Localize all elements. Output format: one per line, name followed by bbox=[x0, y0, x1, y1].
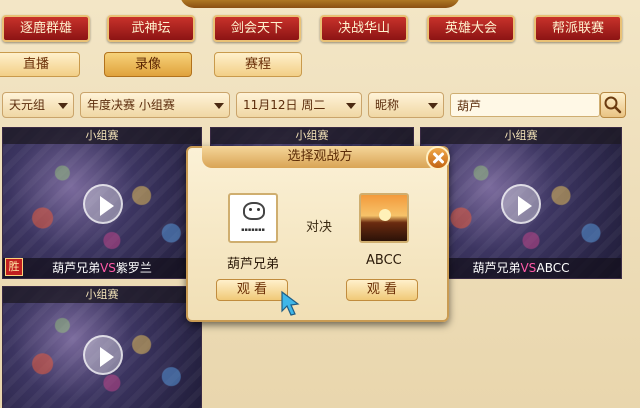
video-card-3[interactable]: 小组赛 葫芦兄弟VSABCC bbox=[420, 127, 622, 279]
avatar-caption: ▪▪▪▪▪▪▪ bbox=[241, 227, 265, 233]
face-icon bbox=[243, 202, 265, 220]
caption-vs: VS bbox=[520, 261, 537, 275]
card-title: 小组赛 bbox=[421, 128, 621, 144]
search-button[interactable] bbox=[600, 92, 626, 118]
tab-schedule[interactable]: 赛程 bbox=[214, 52, 302, 77]
play-icon[interactable] bbox=[501, 184, 541, 224]
tab-live[interactable]: 直播 bbox=[0, 52, 80, 77]
top-ornament bbox=[180, 0, 460, 8]
category-button-4[interactable]: 决战华山 bbox=[320, 15, 408, 42]
caption-player2: ABCC bbox=[536, 261, 570, 275]
category-button-1[interactable]: 逐鹿群雄 bbox=[2, 15, 90, 42]
search-icon bbox=[604, 96, 622, 114]
stage-dropdown-value: 年度决赛 小组赛 bbox=[87, 98, 175, 112]
match-caption: 葫芦兄弟VSABCC bbox=[421, 258, 621, 278]
caption-player1: 葫芦兄弟 bbox=[52, 261, 101, 275]
search-type-value: 昵称 bbox=[375, 98, 400, 112]
match-caption: 葫芦兄弟VS紫罗兰 bbox=[3, 258, 201, 278]
search-type-dropdown[interactable]: 昵称 bbox=[368, 92, 444, 118]
chevron-down-icon bbox=[346, 103, 356, 109]
group-dropdown[interactable]: 天元组 bbox=[2, 92, 74, 118]
player2-avatar bbox=[359, 193, 409, 243]
tab-replay[interactable]: 录像 bbox=[104, 52, 192, 77]
chevron-down-icon bbox=[214, 103, 224, 109]
play-icon[interactable] bbox=[83, 335, 123, 375]
chevron-down-icon bbox=[58, 103, 68, 109]
close-icon[interactable] bbox=[426, 146, 450, 170]
video-card-1[interactable]: 小组赛 葫芦兄弟VS紫罗兰 胜 bbox=[2, 127, 202, 279]
caption-vs: VS bbox=[100, 261, 116, 275]
win-badge: 胜 bbox=[5, 258, 23, 276]
duel-label: 对决 bbox=[306, 220, 333, 235]
player2-name: ABCC bbox=[366, 253, 402, 268]
watch-player1-button[interactable]: 观 看 bbox=[216, 279, 288, 301]
dialog-title: 选择观战方 bbox=[202, 146, 438, 168]
date-dropdown[interactable]: 11月12日 周二 bbox=[236, 92, 362, 118]
stage-dropdown[interactable]: 年度决赛 小组赛 bbox=[80, 92, 230, 118]
category-button-6[interactable]: 帮派联赛 bbox=[534, 15, 622, 42]
watch-player2-button[interactable]: 观 看 bbox=[346, 279, 418, 301]
app-root: 逐鹿群雄 武神坛 剑会天下 决战华山 英雄大会 帮派联赛 直播 录像 赛程 天元… bbox=[0, 0, 640, 408]
card-title: 小组赛 bbox=[211, 128, 413, 144]
search-input[interactable] bbox=[450, 93, 600, 117]
chevron-down-icon bbox=[428, 103, 438, 109]
category-button-2[interactable]: 武神坛 bbox=[107, 15, 195, 42]
cursor-icon bbox=[281, 290, 300, 316]
category-button-5[interactable]: 英雄大会 bbox=[427, 15, 515, 42]
play-icon[interactable] bbox=[83, 184, 123, 224]
card-title: 小组赛 bbox=[3, 287, 201, 303]
caption-player1: 葫芦兄弟 bbox=[472, 261, 521, 275]
player1-avatar: ▪▪▪▪▪▪▪ bbox=[228, 193, 278, 243]
category-button-3[interactable]: 剑会天下 bbox=[213, 15, 301, 42]
caption-player2: 紫罗兰 bbox=[115, 261, 152, 275]
group-dropdown-value: 天元组 bbox=[9, 98, 46, 112]
video-card-4[interactable]: 小组赛 bbox=[2, 286, 202, 408]
player1-name: 葫芦兄弟 bbox=[227, 257, 280, 272]
card-title: 小组赛 bbox=[3, 128, 201, 144]
date-dropdown-value: 11月12日 周二 bbox=[243, 98, 326, 112]
